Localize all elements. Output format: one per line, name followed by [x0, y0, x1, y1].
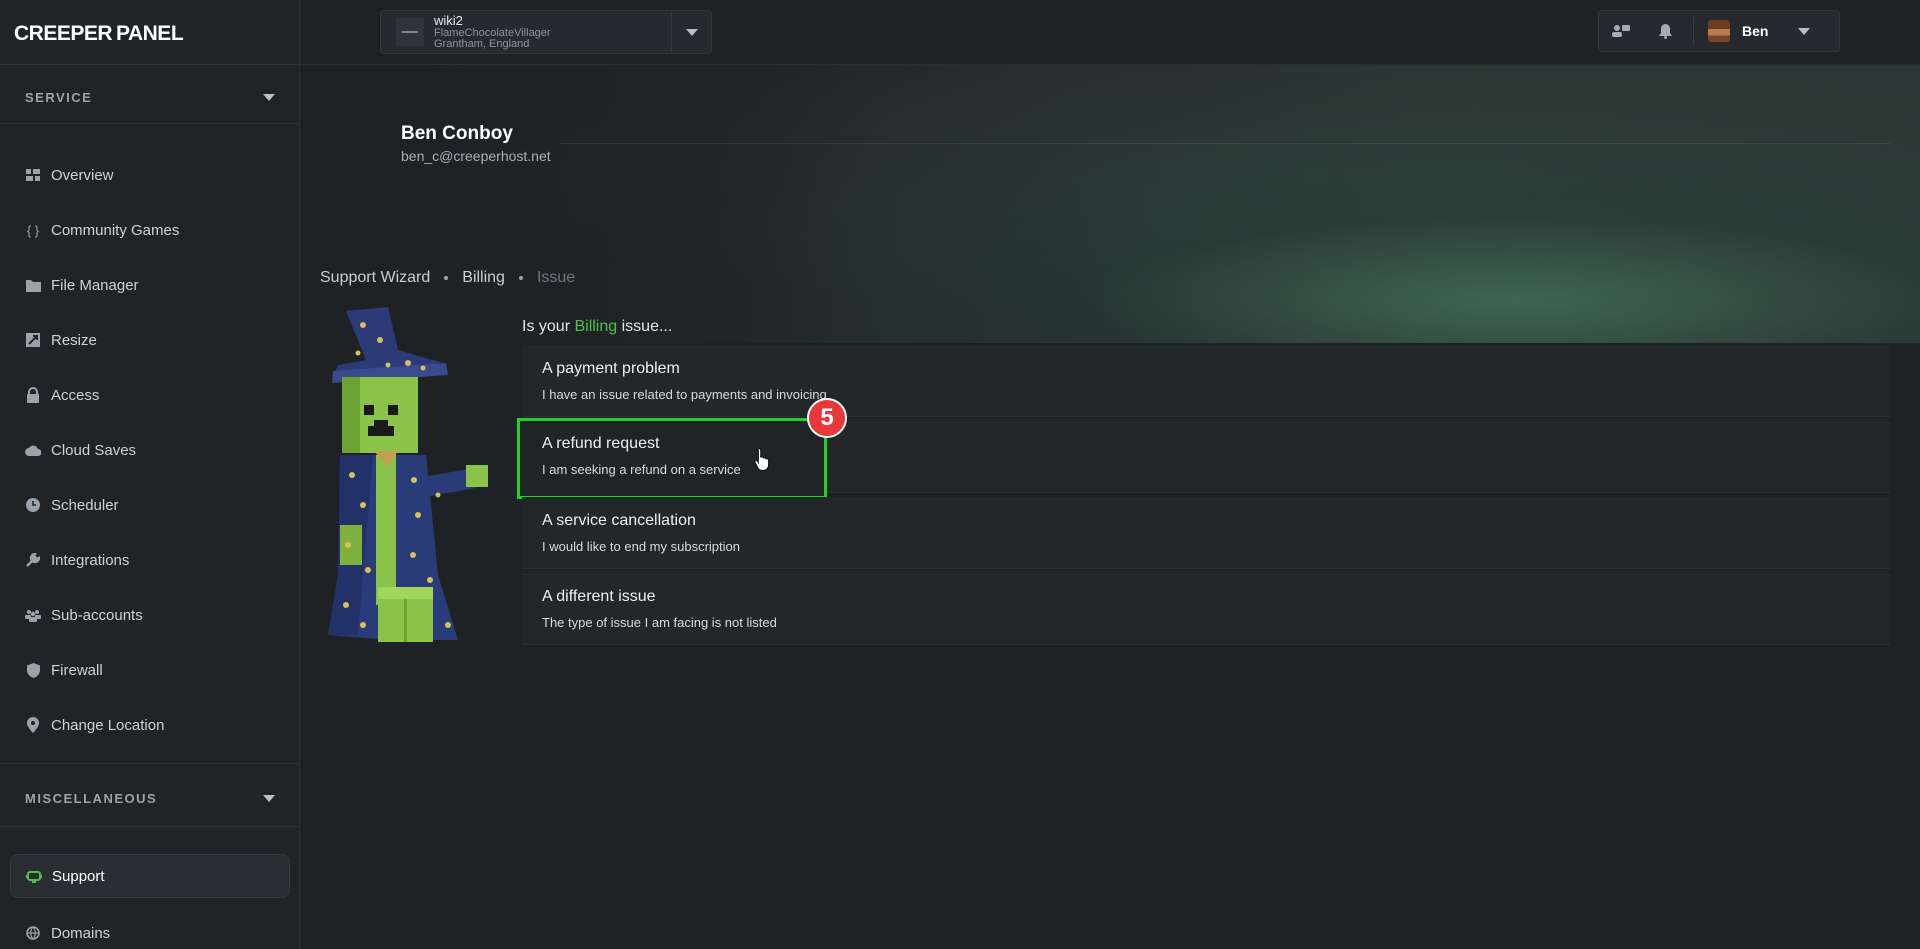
misc-section-title: MISCELLANEOUS — [25, 790, 158, 806]
sidebar-divider — [0, 763, 300, 764]
avatar[interactable] — [1708, 20, 1730, 42]
toolbar-separator — [1693, 17, 1694, 45]
server-thumbnail — [396, 18, 424, 46]
step-number-badge: 5 — [807, 398, 847, 438]
breadcrumb-issue: Issue — [536, 269, 576, 286]
sidebar-item-sub-accounts[interactable]: Sub-accounts — [10, 593, 290, 637]
chevron-down-icon[interactable] — [1798, 27, 1811, 35]
notifications-button[interactable] — [1643, 11, 1687, 51]
server-location: Grantham, England — [434, 38, 530, 50]
sidebar-item-label: Scheduler — [51, 496, 119, 514]
sidebar-item-label: Domains — [51, 924, 111, 942]
sidebar-item-scheduler[interactable]: Scheduler — [10, 483, 290, 527]
sidebar-divider — [0, 64, 300, 65]
option-refund-request[interactable]: A refund request I am seeking a refund o… — [517, 418, 827, 499]
sidebar-item-domains[interactable]: Domains — [10, 911, 290, 949]
topbar-divider — [300, 64, 1920, 65]
option-description: I have an issue related to payments and … — [542, 387, 827, 402]
sidebar-item-support[interactable]: Support — [10, 854, 290, 898]
option-description: The type of issue I am facing is not lis… — [542, 615, 777, 630]
option-different-issue[interactable]: A different issue The type of issue I am… — [522, 573, 1890, 645]
breadcrumb: Support Wizard Billing Issue — [320, 268, 575, 288]
sidebar-item-label: Firewall — [51, 661, 103, 679]
option-title: A refund request — [542, 435, 660, 452]
hero-fade — [300, 65, 900, 343]
clock-icon — [25, 497, 41, 513]
sidebar-item-change-location[interactable]: Change Location — [10, 703, 290, 747]
logo-text-left: CREEPER — [14, 22, 113, 45]
chevron-down-icon — [263, 93, 275, 101]
sidebar: CREEPER PANEL SERVICE Overview { } Commu… — [0, 0, 300, 949]
sidebar-item-overview[interactable]: Overview — [10, 153, 290, 197]
user-toolbar: Ben — [1598, 10, 1840, 52]
support-icon — [26, 868, 42, 884]
sidebar-item-firewall[interactable]: Firewall — [10, 648, 290, 692]
wizard-question: Is your Billing issue... — [522, 318, 672, 336]
chevron-down-icon — [685, 28, 698, 36]
wizard-mascot-illustration — [328, 307, 488, 642]
shield-icon — [25, 662, 41, 678]
globe-icon — [25, 925, 41, 941]
sidebar-divider — [0, 826, 300, 827]
breadcrumb-separator — [518, 276, 523, 280]
sidebar-item-label: Change Location — [51, 716, 165, 734]
profile-divider — [560, 143, 1890, 144]
user-name[interactable]: Ben — [1742, 23, 1768, 39]
question-prefix: Is your — [522, 318, 571, 335]
option-title: A different issue — [542, 588, 656, 605]
bell-icon — [1658, 23, 1672, 39]
breadcrumb-separator — [444, 276, 449, 280]
folder-icon — [25, 277, 41, 293]
sidebar-divider — [0, 123, 300, 124]
sidebar-item-label: Support — [52, 867, 105, 885]
sidebar-item-resize[interactable]: Resize — [10, 318, 290, 362]
sidebar-item-label: Access — [51, 386, 100, 404]
lock-icon — [25, 387, 41, 403]
cloud-icon — [25, 442, 41, 458]
service-section-toggle[interactable]: SERVICE — [25, 87, 275, 107]
server-name: wiki2 — [434, 13, 463, 28]
braces-icon: { } — [26, 222, 40, 238]
service-section-title: SERVICE — [25, 89, 93, 105]
sidebar-item-label: Cloud Saves — [51, 441, 137, 459]
sidebar-item-label: Community Games — [51, 221, 180, 239]
breadcrumb-support-wizard[interactable]: Support Wizard — [320, 269, 430, 287]
option-title: A service cancellation — [542, 512, 696, 529]
question-suffix: issue... — [621, 318, 673, 335]
server-dropdown-button[interactable] — [671, 11, 711, 53]
creeperpanel-logo[interactable]: CREEPER PANEL — [14, 14, 184, 54]
account-switch-button[interactable] — [1599, 11, 1643, 51]
profile-email: ben_c@creeperhost.net — [401, 148, 551, 164]
question-category: Billing — [574, 318, 618, 335]
logo-text-right: PANEL — [116, 22, 184, 45]
resize-icon — [25, 332, 41, 348]
option-description: I am seeking a refund on a service — [542, 462, 741, 477]
profile-name: Ben Conboy — [401, 123, 513, 144]
sidebar-item-label: File Manager — [51, 276, 139, 294]
sidebar-item-community-games[interactable]: { } Community Games — [10, 208, 290, 252]
sidebar-item-label: Integrations — [51, 551, 130, 569]
option-payment-problem[interactable]: A payment problem I have an issue relate… — [522, 345, 1890, 417]
sidebar-item-label: Sub-accounts — [51, 606, 143, 624]
option-service-cancellation[interactable]: A service cancellation I would like to e… — [522, 497, 1890, 569]
option-description: I would like to end my subscription — [542, 539, 740, 554]
sidebar-item-integrations[interactable]: Integrations — [10, 538, 290, 582]
option-title: A payment problem — [542, 360, 680, 377]
grid-icon — [25, 167, 41, 183]
sidebar-item-access[interactable]: Access — [10, 373, 290, 417]
sidebar-item-file-manager[interactable]: File Manager — [10, 263, 290, 307]
chevron-down-icon — [263, 794, 275, 802]
users-icon — [25, 607, 41, 623]
sidebar-item-label: Overview — [51, 166, 114, 184]
misc-section-toggle[interactable]: MISCELLANEOUS — [25, 788, 275, 808]
users-chat-icon — [1612, 25, 1630, 37]
location-pin-icon — [25, 717, 41, 733]
breadcrumb-billing[interactable]: Billing — [462, 269, 505, 287]
hand-pointer-cursor-icon — [754, 447, 770, 471]
sidebar-item-label: Resize — [51, 331, 97, 349]
server-selector[interactable]: wiki2 FlameChocolateVillager Grantham, E… — [380, 10, 712, 54]
server-info: wiki2 FlameChocolateVillager Grantham, E… — [434, 14, 551, 50]
sidebar-item-cloud-saves[interactable]: Cloud Saves — [10, 428, 290, 472]
wrench-icon — [25, 552, 41, 568]
